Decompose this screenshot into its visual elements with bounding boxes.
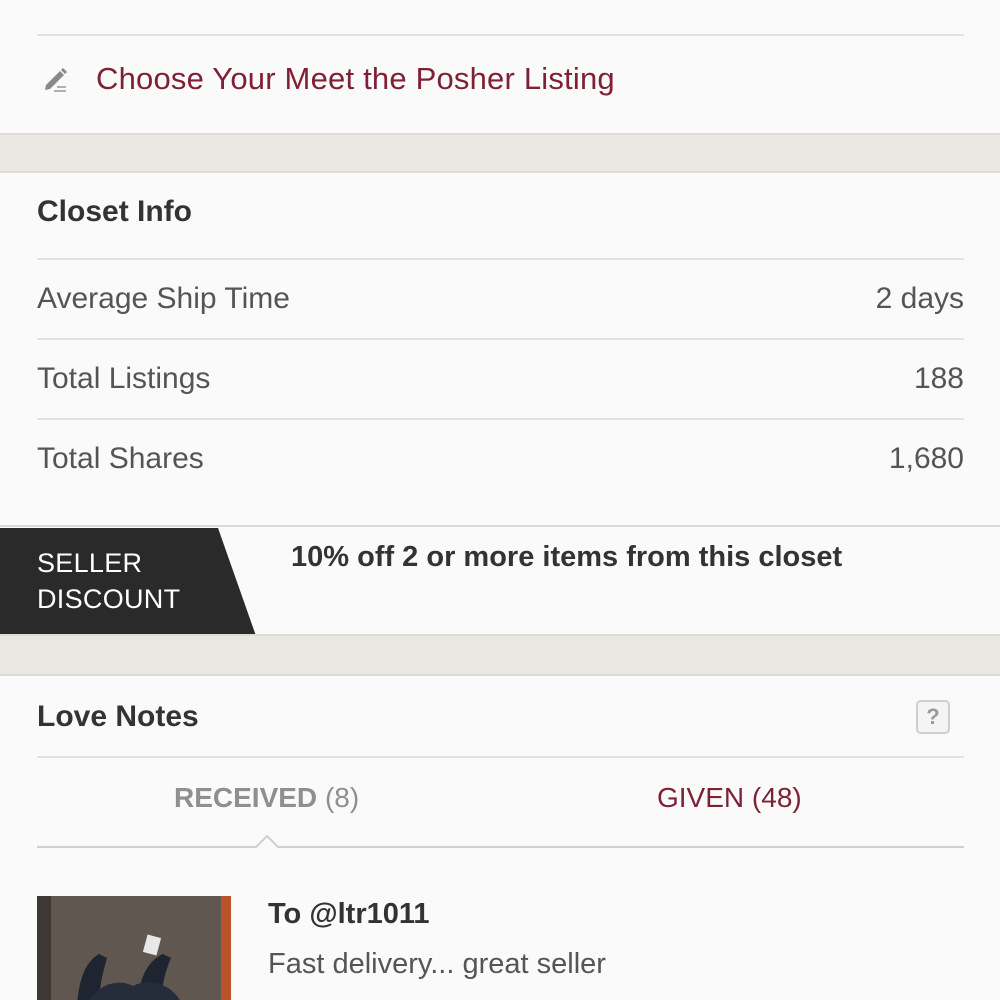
love-note-item[interactable]: To @ltr1011 Fast delivery... great selle… [37,896,964,1000]
info-label: Total Listings [37,362,211,395]
love-note-thumbnail [37,896,231,1000]
section-separator [0,133,1000,173]
badge-line-1: SELLER [37,548,143,578]
help-icon[interactable]: ? [916,700,950,734]
meet-the-posher-section: Choose Your Meet the Posher Listing [0,0,1000,133]
tab-count: (48) [751,782,802,813]
divider [37,34,964,36]
choose-meet-the-posher-listing-link[interactable]: Choose Your Meet the Posher Listing [37,56,615,102]
love-notes-tabs: RECEIVED (8) GIVEN (48) [37,758,964,848]
pencil-icon [45,68,67,92]
tab-given[interactable]: GIVEN (48) [657,782,802,814]
info-row-total-listings: Total Listings 188 [37,338,964,418]
closet-info-title: Closet Info [37,195,192,228]
info-row-average-ship-time: Average Ship Time 2 days [37,258,964,338]
section-separator [0,634,1000,676]
info-row-total-shares: Total Shares 1,680 [37,418,964,498]
seller-discount-text: 10% off 2 or more items from this closet [291,541,843,573]
closet-info-section: Closet Info Average Ship Time 2 days Tot… [0,173,1000,525]
meet-the-posher-label: Choose Your Meet the Posher Listing [96,61,615,96]
info-label: Average Ship Time [37,282,290,315]
info-value: 1,680 [888,442,964,475]
info-value: 188 [913,362,964,395]
badge-line-2: DISCOUNT [37,584,181,614]
tab-label: GIVEN [657,782,745,813]
tab-count: (8) [324,782,360,813]
seller-discount-banner: SELLER DISCOUNT 10% off 2 or more items … [0,525,1000,636]
info-label: Total Shares [37,442,204,475]
tabs-underline [37,846,964,848]
info-value: 2 days [875,282,964,315]
tab-label: RECEIVED [174,782,318,813]
tab-received[interactable]: RECEIVED (8) [174,782,359,814]
love-notes-title: Love Notes [37,700,199,733]
love-note-recipient: To @ltr1011 [268,898,430,930]
love-note-text: Fast delivery... great seller [268,948,606,980]
seller-discount-badge-label: SELLER DISCOUNT [37,545,180,617]
active-tab-pointer [255,835,279,848]
closet-page: Choose Your Meet the Posher Listing Clos… [0,0,1000,1000]
love-notes-section: Love Notes ? RECEIVED (8) GIVEN (48) To … [0,676,1000,1000]
